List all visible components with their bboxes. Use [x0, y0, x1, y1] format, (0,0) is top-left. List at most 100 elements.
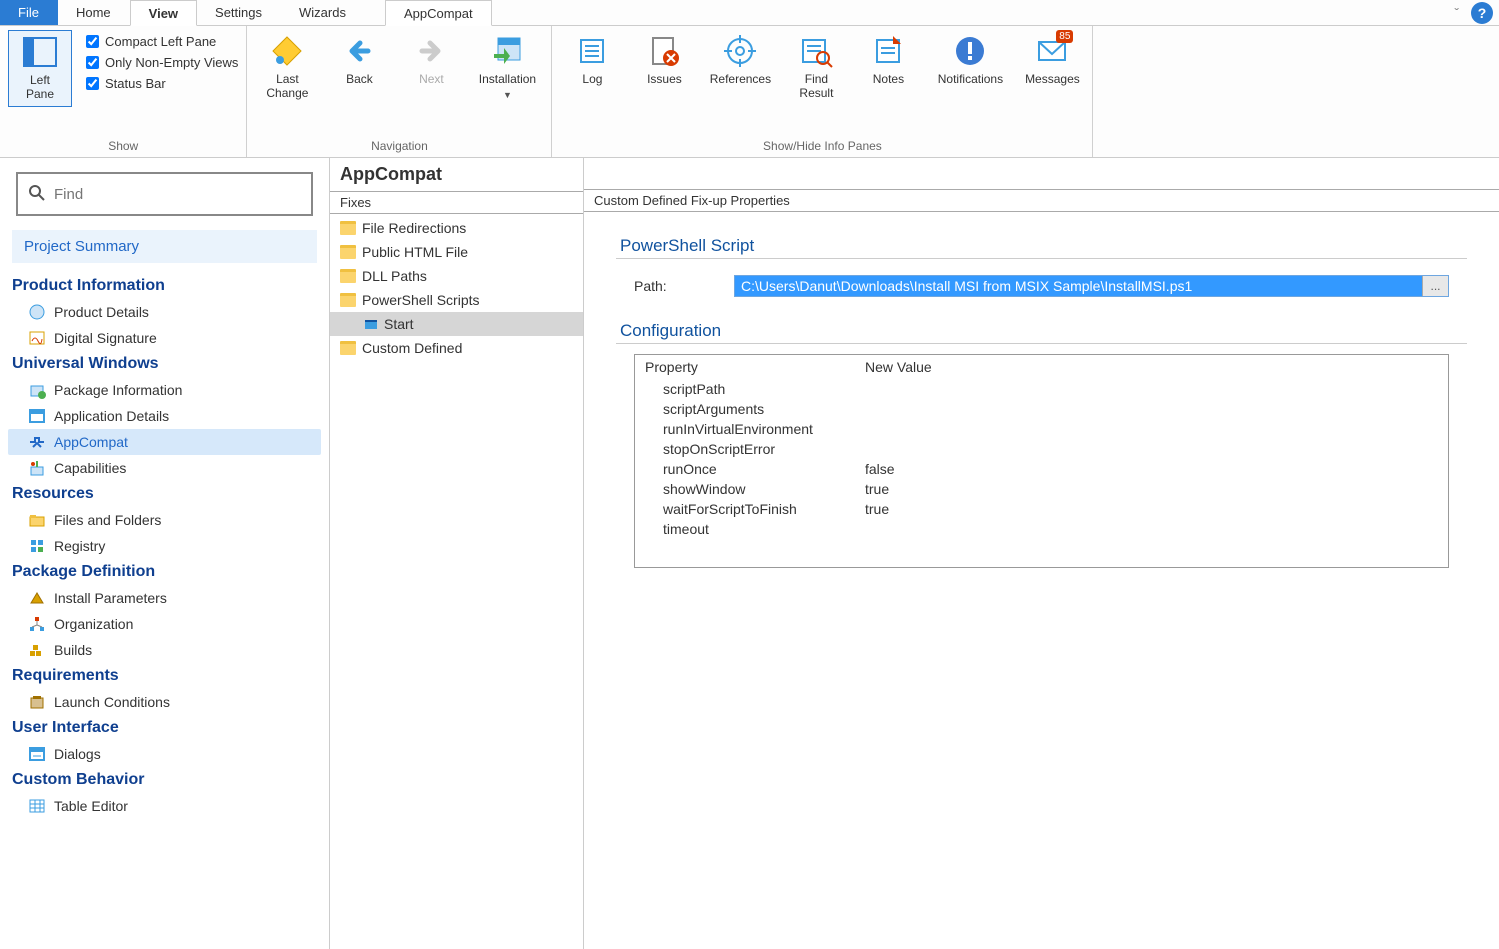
nav-item-appcompat[interactable]: AppCompat — [8, 429, 321, 455]
nav-item-package-information[interactable]: Package Information — [8, 377, 321, 403]
tree-item-custom-defined[interactable]: Custom Defined — [330, 336, 583, 360]
nav-item-files-and-folders[interactable]: Files and Folders — [8, 507, 321, 533]
messages-button[interactable]: 85 Messages — [1020, 30, 1084, 90]
tab-home[interactable]: Home — [58, 0, 130, 25]
table-row[interactable]: timeout — [635, 519, 1335, 567]
nav-item-icon — [28, 407, 46, 425]
folder-icon — [340, 221, 356, 235]
nav-item-icon — [28, 589, 46, 607]
nav-item-icon — [28, 511, 46, 529]
table-row[interactable]: stopOnScriptError — [635, 439, 1335, 459]
help-icon[interactable]: ? — [1471, 2, 1493, 24]
tab-file[interactable]: File — [0, 0, 58, 25]
nav-item-capabilities[interactable]: Capabilities — [8, 455, 321, 481]
table-row[interactable]: showWindowtrue — [635, 479, 1335, 499]
project-summary-link[interactable]: Project Summary — [12, 230, 317, 263]
tab-bar: File Home View Settings Wizards AppCompa… — [0, 0, 1499, 26]
nav-heading-user-interface[interactable]: User Interface — [8, 715, 321, 741]
left-pane-button[interactable]: Left Pane — [8, 30, 72, 107]
notifications-button[interactable]: Notifications — [928, 30, 1012, 90]
tree-item-label: PowerShell Scripts — [362, 292, 480, 308]
nav-item-install-parameters[interactable]: Install Parameters — [8, 585, 321, 611]
back-arrow-icon — [342, 34, 376, 68]
tab-wizards[interactable]: Wizards — [281, 0, 365, 25]
nav-item-product-details[interactable]: Product Details — [8, 299, 321, 325]
cell-property: runOnce — [635, 459, 855, 479]
nav-item-label: Table Editor — [54, 798, 128, 814]
tab-view[interactable]: View — [130, 0, 197, 26]
installation-button[interactable]: Installation ▼ — [471, 30, 543, 105]
nav-heading-requirements[interactable]: Requirements — [8, 663, 321, 689]
configuration-table[interactable]: Property New Value scriptPathscriptArgum… — [634, 354, 1449, 568]
nav-item-table-editor[interactable]: Table Editor — [8, 793, 321, 819]
ribbon-group-navigation: Last Change Back Next Installation ▼ Nav… — [247, 26, 552, 157]
chevron-down-icon: ▼ — [503, 90, 512, 101]
cell-value: true — [855, 479, 1335, 499]
table-row[interactable]: waitForScriptToFinishtrue — [635, 499, 1335, 519]
table-row[interactable]: scriptPath — [635, 379, 1335, 399]
tree-item-public-html-file[interactable]: Public HTML File — [330, 240, 583, 264]
nav-item-label: Files and Folders — [54, 512, 161, 528]
nav-item-icon — [28, 641, 46, 659]
tab-settings[interactable]: Settings — [197, 0, 281, 25]
nav-heading-custom-behavior[interactable]: Custom Behavior — [8, 767, 321, 793]
cell-value: false — [855, 459, 1335, 479]
only-non-empty-views-checkbox[interactable]: Only Non-Empty Views — [86, 55, 238, 70]
log-button[interactable]: Log — [560, 30, 624, 90]
tree-item-file-redirections[interactable]: File Redirections — [330, 216, 583, 240]
nav-item-launch-conditions[interactable]: Launch Conditions — [8, 689, 321, 715]
nav-item-label: AppCompat — [54, 434, 128, 450]
nav-item-label: Capabilities — [54, 460, 126, 476]
tab-appcompat[interactable]: AppCompat — [385, 0, 492, 26]
collapse-ribbon-icon[interactable]: ˇ — [1448, 5, 1465, 21]
cell-value — [855, 519, 1335, 567]
references-button[interactable]: References — [704, 30, 776, 90]
nav-item-icon — [28, 459, 46, 477]
nav-item-label: Organization — [54, 616, 133, 632]
back-button[interactable]: Back — [327, 30, 391, 90]
folder-icon — [340, 341, 356, 355]
status-bar-checkbox[interactable]: Status Bar — [86, 76, 238, 91]
last-change-button[interactable]: Last Change — [255, 30, 319, 105]
table-row[interactable]: runOncefalse — [635, 459, 1335, 479]
main-area: Project Summary Product Information Produ… — [0, 158, 1499, 949]
nav-item-label: Package Information — [54, 382, 182, 398]
tree-item-label: File Redirections — [362, 220, 466, 236]
nav-item-builds[interactable]: Builds — [8, 637, 321, 663]
fixes-tree: File Redirections Public HTML FileDLL Pat… — [330, 214, 583, 362]
tree-item-dll-paths[interactable]: DLL Paths — [330, 264, 583, 288]
nav-heading-resources[interactable]: Resources — [8, 481, 321, 507]
issues-button[interactable]: Issues — [632, 30, 696, 90]
nav-item-organization[interactable]: Organization — [8, 611, 321, 637]
nav-item-label: Product Details — [54, 304, 149, 320]
nav-item-label: Install Parameters — [54, 590, 167, 606]
ribbon: Left Pane Compact Left Pane Only Non-Emp… — [0, 26, 1499, 158]
fixes-header: Fixes — [330, 191, 583, 214]
table-row[interactable]: runInVirtualEnvironment — [635, 419, 1335, 439]
tree-item-start[interactable]: Start — [330, 312, 583, 336]
nav-item-dialogs[interactable]: Dialogs — [8, 741, 321, 767]
nav-heading-product-information[interactable]: Product Information — [8, 273, 321, 299]
find-result-button[interactable]: Find Result — [784, 30, 848, 105]
notes-button[interactable]: Notes — [856, 30, 920, 90]
ribbon-group-show-label: Show — [8, 137, 238, 155]
nav-item-icon — [28, 303, 46, 321]
compact-left-pane-checkbox[interactable]: Compact Left Pane — [86, 34, 238, 49]
nav-item-registry[interactable]: Registry — [8, 533, 321, 559]
nav-heading-universal-windows[interactable]: Universal Windows — [8, 351, 321, 377]
folder-icon — [340, 293, 356, 307]
nav-item-icon — [28, 693, 46, 711]
tree-item-powershell-scripts[interactable]: PowerShell Scripts — [330, 288, 583, 312]
path-input[interactable] — [735, 276, 1422, 296]
left-pane: Project Summary Product Information Produ… — [0, 158, 330, 949]
nav-heading-package-definition[interactable]: Package Definition — [8, 559, 321, 585]
table-row[interactable]: scriptArguments — [635, 399, 1335, 419]
nav-item-label: Application Details — [54, 408, 169, 424]
nav-item-digital-signature[interactable]: Digital Signature — [8, 325, 321, 351]
browse-button[interactable]: ... — [1422, 276, 1448, 296]
nav-item-application-details[interactable]: Application Details — [8, 403, 321, 429]
properties-pane: Custom Defined Fix-up Properties PowerSh… — [584, 158, 1499, 949]
search-input[interactable] — [54, 186, 301, 203]
search-box[interactable] — [16, 172, 313, 216]
nav-item-icon — [28, 329, 46, 347]
